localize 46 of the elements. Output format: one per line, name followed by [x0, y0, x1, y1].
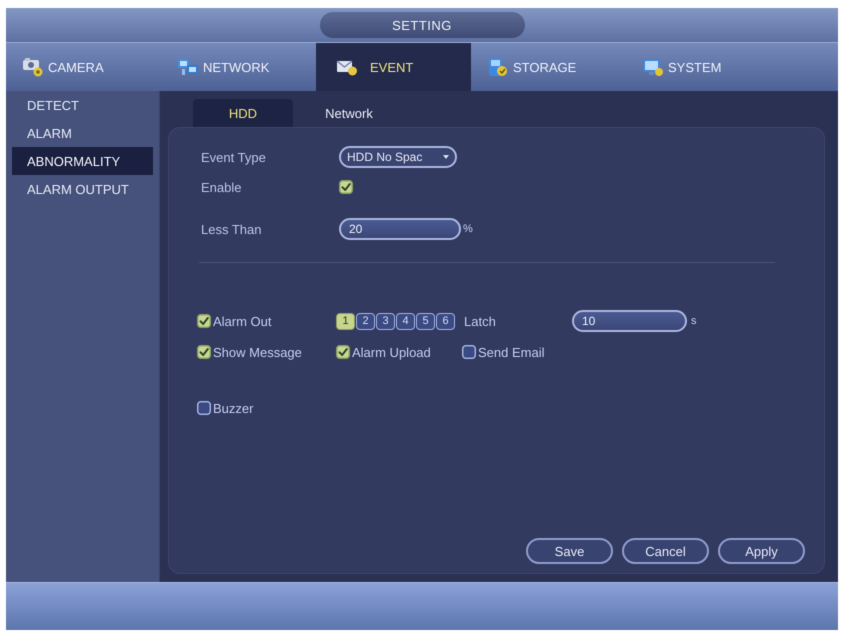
- checkbox-label: Show Message: [213, 344, 302, 360]
- checkbox[interactable]: [339, 180, 353, 194]
- channel-button[interactable]: 5: [416, 312, 435, 330]
- channel-button[interactable]: 2: [356, 312, 375, 330]
- field-label: Enable: [200, 180, 242, 194]
- checkbox[interactable]: [197, 314, 211, 328]
- checkbox[interactable]: [462, 345, 476, 359]
- tab[interactable]: STORAGE: [471, 43, 626, 91]
- caret-icon: [443, 155, 449, 159]
- checkbox[interactable]: [197, 345, 211, 359]
- monitor-icon: [642, 57, 664, 77]
- channel-button[interactable]: 1: [336, 312, 355, 330]
- input-field[interactable]: 20: [339, 218, 461, 240]
- monitors-icon: [177, 57, 199, 77]
- checkbox[interactable]: [197, 401, 211, 415]
- field-label: Latch: [463, 314, 497, 328]
- input-field[interactable]: 10: [572, 310, 687, 332]
- checkbox-label: Buzzer: [213, 400, 254, 416]
- sidebar-item[interactable]: DETECT: [12, 91, 153, 119]
- event-type-dropdown[interactable]: HDD No Spac: [339, 146, 457, 168]
- camera-icon: [22, 57, 44, 77]
- checkbox-label: Alarm Out: [213, 314, 272, 328]
- hard-drive-icon: [487, 57, 509, 77]
- unit-label: %: [463, 223, 473, 235]
- action-button[interactable]: Apply: [718, 538, 805, 564]
- sidebar-item[interactable]: ALARM: [12, 119, 153, 147]
- field-label: Less Than: [200, 222, 262, 236]
- tab[interactable]: NETWORK: [161, 43, 316, 91]
- checkbox-label: Alarm Upload: [352, 344, 431, 360]
- unit-label: s: [691, 315, 696, 327]
- channel-button[interactable]: 6: [436, 312, 455, 330]
- tab[interactable]: SYSTEM: [626, 43, 781, 91]
- action-button[interactable]: Save: [526, 538, 613, 564]
- action-button[interactable]: Cancel: [622, 538, 709, 564]
- channel-button[interactable]: 3: [376, 312, 395, 330]
- tab[interactable]: HDD: [193, 99, 293, 127]
- window-title: SETTING: [320, 12, 524, 38]
- tab[interactable]: EVENT: [316, 43, 471, 91]
- tab[interactable]: Network: [299, 99, 399, 127]
- checkbox-label: Send Email: [478, 344, 544, 360]
- sidebar-item[interactable]: ABNORMALITY: [12, 147, 153, 175]
- channel-button[interactable]: 4: [396, 312, 415, 330]
- field-label: Event Type: [200, 150, 267, 164]
- checkbox[interactable]: [336, 345, 350, 359]
- tab[interactable]: CAMERA: [6, 43, 161, 91]
- sidebar-item[interactable]: ALARM OUTPUT: [12, 175, 153, 203]
